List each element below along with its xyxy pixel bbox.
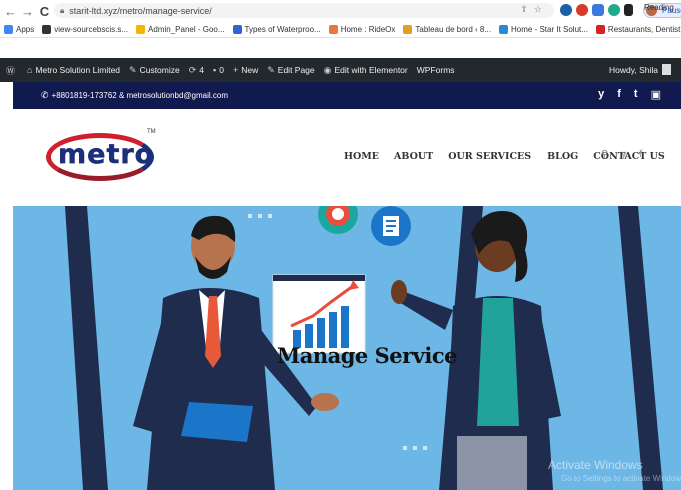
- bookmark-label: Restaurants, Dentist...: [607, 25, 681, 34]
- social-links: y f t ▣: [585, 88, 661, 101]
- bookmark-item[interactable]: Home : RideOx: [328, 25, 396, 34]
- hero-banner: Manage Service Activate Windows Go to Se…: [13, 206, 681, 490]
- elementor-icon: ◉: [323, 64, 332, 75]
- bookmark-favicon-icon: [42, 25, 52, 34]
- wp-edit-page[interactable]: ✎ Edit Page: [267, 65, 314, 76]
- wp-account-menu[interactable]: Howdy, Shila: [609, 64, 671, 75]
- wp-new[interactable]: + New: [233, 65, 258, 75]
- pencil-icon: ✎: [267, 64, 275, 75]
- browser-toolbar: ← → C 🔒︎ starit-ltd.xyz/metro/manage-ser…: [0, 0, 681, 22]
- wp-comments[interactable]: ▪ 0: [213, 65, 224, 75]
- wordpress-logo-icon[interactable]: Ⓦ: [6, 64, 18, 77]
- tumblr-icon[interactable]: t: [634, 88, 638, 101]
- home-icon: ⌂: [27, 65, 33, 75]
- bookmark-label: Admin_Panel - Goo...: [148, 25, 225, 34]
- bookmark-item[interactable]: Admin_Panel - Goo...: [136, 25, 225, 34]
- phone-icon: ✆: [41, 90, 49, 100]
- bookmark-item[interactable]: Apps: [4, 25, 34, 34]
- bookmark-favicon-icon: [595, 25, 605, 34]
- bookmarks-bar: Apps view-sourcebscis.s... Admin_Panel - G…: [0, 22, 681, 38]
- address-text: starit-ltd.xyz/metro/manage-service/: [69, 5, 212, 16]
- brush-icon: ✎: [129, 64, 137, 75]
- bookmarks-more-button[interactable]: »: [628, 3, 633, 13]
- wp-customize[interactable]: ✎ Customize: [129, 65, 180, 76]
- extension-icon[interactable]: [576, 4, 588, 16]
- logo-trademark: TM: [147, 129, 156, 135]
- bookmark-item[interactable]: Home - Star It Solut...: [499, 25, 588, 34]
- bookmark-item[interactable]: Tableau de bord ‹ 8...: [403, 25, 491, 34]
- site-logo[interactable]: metro TM: [46, 129, 156, 183]
- avatar: [662, 64, 671, 75]
- refresh-icon: ⟳: [188, 64, 197, 75]
- frame-bar: [618, 206, 663, 490]
- bookmark-favicon-icon: [232, 25, 242, 34]
- reload-icon[interactable]: C: [38, 4, 51, 19]
- wp-updates[interactable]: ⟳ 4: [189, 65, 204, 76]
- wp-admin-bar: Ⓦ ⌂ Metro Solution Limited ✎ Customize ⟳ 4 …: [0, 58, 681, 82]
- bookmark-item[interactable]: Restaurants, Dentist...: [595, 25, 681, 34]
- wp-edit-elementor[interactable]: ◉ Edit with Elementor: [324, 65, 408, 76]
- bookmark-label: Tableau de bord ‹ 8...: [415, 25, 491, 34]
- wp-site-name[interactable]: ⌂ Metro Solution Limited: [27, 65, 120, 75]
- reading-list-button[interactable]: Reading: [644, 3, 674, 12]
- bookmark-label: Home - Star It Solut...: [511, 25, 588, 34]
- facebook-icon[interactable]: f: [639, 149, 642, 160]
- plus-icon: +: [232, 65, 239, 75]
- facebook-icon[interactable]: f: [617, 88, 621, 101]
- share-and-star-icons[interactable]: ⇪☆: [520, 4, 548, 15]
- bookmark-favicon-icon: [328, 25, 338, 34]
- extension-icon[interactable]: [560, 4, 572, 16]
- header-icons: ⚲ y f: [601, 149, 655, 160]
- menu-item-home[interactable]: HOME: [344, 151, 379, 162]
- bookmark-label: Apps: [16, 25, 35, 34]
- bookmark-label: Home : RideOx: [340, 25, 396, 34]
- extension-icon[interactable]: [608, 4, 620, 16]
- bookmark-item[interactable]: Types of Waterproo...: [232, 25, 321, 34]
- bookmark-favicon-icon: [403, 25, 413, 34]
- forward-icon[interactable]: →: [21, 4, 34, 19]
- menu-item-our-services[interactable]: OUR SERVICES: [448, 151, 531, 162]
- bookmark-favicon-icon: [136, 25, 146, 34]
- address-bar[interactable]: 🔒︎ starit-ltd.xyz/metro/manage-service/ …: [54, 3, 554, 18]
- twitter-icon[interactable]: y: [621, 149, 626, 160]
- back-icon[interactable]: ←: [4, 4, 17, 19]
- youtube-icon[interactable]: ▣: [651, 88, 661, 101]
- contact-info: ✆ +8801819-173762 & metrosolutionbd@gmai…: [41, 90, 228, 100]
- site-header: metro TM HOME ABOUT OUR SERVICES BLOG CO…: [13, 109, 681, 206]
- lock-icon: 🔒︎: [60, 5, 65, 15]
- activate-windows-hint: Go to Settings to activate Windows.: [561, 474, 681, 483]
- bookmark-label: Types of Waterproo...: [244, 25, 321, 34]
- activate-windows-watermark: Activate Windows: [548, 458, 643, 472]
- menu-item-about[interactable]: ABOUT: [394, 151, 433, 162]
- frame-bar: [65, 206, 108, 490]
- search-icon[interactable]: ⚲: [601, 149, 608, 160]
- bookmark-item[interactable]: view-sourcebscis.s...: [42, 25, 128, 34]
- bookmark-favicon-icon: [499, 25, 508, 34]
- bookmark-favicon-icon: [4, 25, 13, 34]
- page-title: Manage Service: [277, 343, 458, 368]
- bookmark-label: view-sourcebscis.s...: [54, 25, 129, 34]
- menu-item-blog[interactable]: BLOG: [547, 151, 578, 162]
- logo-text: metro: [58, 139, 155, 171]
- comment-icon: ▪: [213, 65, 217, 75]
- twitter-icon[interactable]: y: [598, 88, 604, 101]
- wp-wpforms[interactable]: WPForms: [417, 65, 455, 75]
- site-topbar: ✆ +8801819-173762 & metrosolutionbd@gmai…: [13, 82, 681, 109]
- extension-icon[interactable]: [592, 4, 604, 16]
